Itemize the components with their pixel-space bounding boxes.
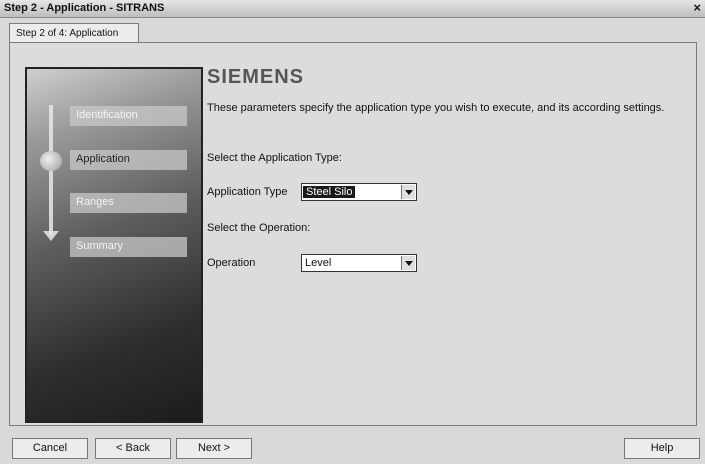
- nav-item-label: Summary: [76, 240, 124, 252]
- step-navigation: Identification Application Ranges Summar…: [25, 67, 203, 423]
- next-button[interactable]: Next >: [176, 438, 252, 459]
- select-application-heading: Select the Application Type:: [207, 152, 342, 164]
- tab-label: Step 2 of 4: Application: [16, 28, 119, 39]
- back-button[interactable]: < Back: [95, 438, 171, 459]
- chevron-down-icon[interactable]: [401, 185, 415, 199]
- nav-item-summary[interactable]: Summary: [70, 237, 187, 257]
- arrow-down-icon: [43, 231, 59, 241]
- application-type-select[interactable]: Steel Silo: [301, 183, 417, 201]
- nav-item-ranges[interactable]: Ranges: [70, 193, 187, 213]
- nav-item-label: Application: [76, 153, 130, 165]
- operation-label: Operation: [207, 257, 256, 269]
- window-title: Step 2 - Application - SITRANS: [4, 2, 165, 14]
- close-icon[interactable]: ×: [693, 0, 701, 15]
- select-operation-heading: Select the Operation:: [207, 222, 311, 234]
- title-bar: Step 2 - Application - SITRANS ×: [0, 0, 705, 18]
- tab-step[interactable]: Step 2 of 4: Application: [9, 23, 139, 43]
- siemens-logo: SIEMENS: [207, 66, 305, 88]
- operation-select[interactable]: Level: [301, 254, 417, 272]
- operation-value: Level: [305, 257, 332, 269]
- nav-item-application[interactable]: Application: [70, 150, 187, 170]
- nav-item-identification[interactable]: Identification: [70, 106, 187, 126]
- nav-item-label: Ranges: [76, 196, 114, 208]
- help-button[interactable]: Help: [624, 438, 700, 459]
- application-type-value: Steel Silo: [303, 186, 356, 198]
- description-text: These parameters specify the application…: [207, 102, 665, 114]
- current-step-indicator-icon: [40, 151, 62, 171]
- application-type-label: Application Type: [207, 186, 288, 198]
- cancel-button[interactable]: Cancel: [12, 438, 88, 459]
- wizard-window: Step 2 - Application - SITRANS × Step 2 …: [0, 0, 705, 464]
- chevron-down-icon[interactable]: [401, 256, 415, 270]
- nav-item-label: Identification: [76, 109, 138, 121]
